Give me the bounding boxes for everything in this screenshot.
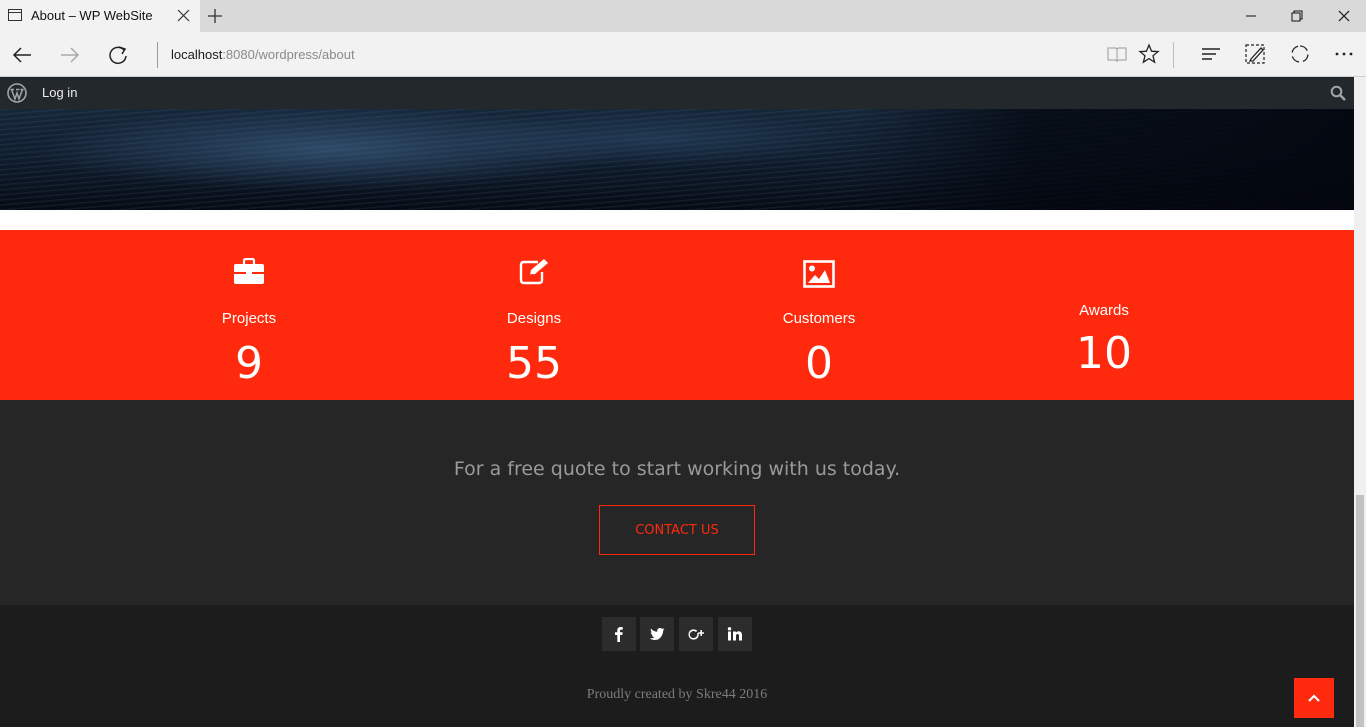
stat-label: Customers — [782, 310, 856, 327]
search-icon[interactable] — [1330, 85, 1346, 101]
cta-text: For a free quote to start working with u… — [453, 458, 901, 480]
edit-icon — [519, 259, 548, 285]
forward-icon[interactable] — [59, 44, 81, 66]
contact-us-button[interactable]: CONTACT US — [599, 505, 755, 555]
twitter-icon — [649, 628, 665, 640]
toolbar-separator — [1173, 42, 1174, 68]
section-divider — [0, 210, 1354, 230]
stat-label: Designs — [506, 310, 562, 327]
linkedin-link[interactable] — [718, 617, 752, 651]
window-close-icon[interactable] — [1336, 8, 1352, 24]
twitter-link[interactable] — [640, 617, 674, 651]
reading-view-icon[interactable] — [1106, 43, 1128, 65]
stat-value: 0 — [805, 338, 833, 389]
more-icon[interactable] — [1333, 43, 1355, 65]
image-icon — [803, 260, 835, 288]
wp-admin-bar: Log in — [0, 77, 1354, 109]
cta-section: For a free quote to start working with u… — [0, 400, 1354, 605]
footer: Proudly created by Skre44 2016 — [0, 605, 1354, 727]
stat-value: 55 — [506, 338, 562, 389]
browser-address-bar: localhost:8080/wordpress/about — [0, 32, 1366, 77]
stats-section: Projects 9 Designs 55 Customers 0 Awards… — [0, 230, 1354, 400]
hub-icon[interactable] — [1200, 43, 1222, 65]
stat-label: Awards — [1079, 302, 1129, 319]
address-separator — [157, 42, 158, 68]
facebook-icon — [615, 627, 623, 642]
page-viewport: Log in Projects 9 Designs 55 Customers 0… — [0, 77, 1354, 727]
restore-icon[interactable] — [1289, 8, 1305, 24]
facebook-link[interactable] — [602, 617, 636, 651]
stat-value: 10 — [1076, 328, 1132, 379]
login-link[interactable]: Log in — [42, 85, 77, 100]
minimize-icon[interactable] — [1243, 8, 1259, 24]
page-icon — [8, 9, 22, 21]
stat-value: 9 — [235, 338, 263, 389]
web-note-icon[interactable] — [1244, 43, 1266, 65]
copyright-text: Proudly created by Skre44 2016 — [586, 687, 768, 702]
hero-image — [0, 109, 1354, 210]
url-host: localhost — [171, 47, 223, 62]
linkedin-icon — [727, 627, 742, 641]
wordpress-icon[interactable] — [7, 83, 27, 103]
tab-title: About – WP WebSite — [31, 8, 153, 23]
google-plus-icon — [688, 629, 704, 640]
share-icon[interactable] — [1289, 43, 1311, 65]
briefcase-icon — [234, 258, 264, 284]
scrollbar-thumb[interactable] — [1356, 495, 1364, 727]
google-plus-link[interactable] — [679, 617, 713, 651]
url-field[interactable]: localhost:8080/wordpress/about — [171, 47, 355, 62]
page-scrollbar[interactable] — [1354, 77, 1366, 727]
chevron-up-icon — [1308, 694, 1320, 702]
browser-tab-bar: About – WP WebSite — [0, 0, 1366, 32]
favorite-star-icon[interactable] — [1138, 43, 1160, 65]
refresh-icon[interactable] — [107, 44, 129, 66]
url-path: :8080/wordpress/about — [222, 47, 355, 62]
browser-tab[interactable]: About – WP WebSite — [0, 0, 200, 32]
stat-label: Projects — [221, 310, 277, 327]
plus-icon[interactable] — [207, 8, 223, 24]
back-to-top-button[interactable] — [1294, 678, 1334, 718]
close-icon[interactable] — [177, 9, 190, 22]
back-icon[interactable] — [11, 44, 33, 66]
